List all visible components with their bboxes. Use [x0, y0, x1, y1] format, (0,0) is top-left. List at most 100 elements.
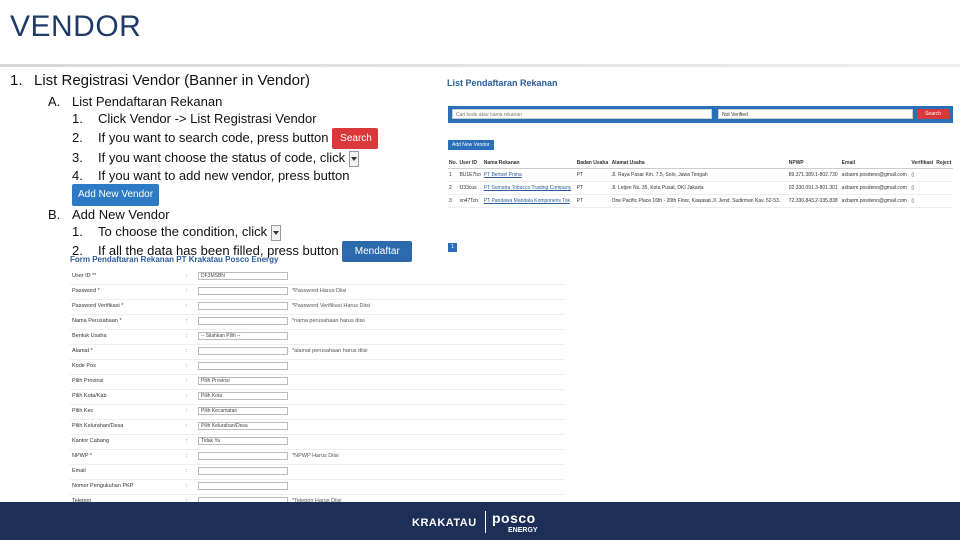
table-row: 2 fJ33cus PT Sumatra Tobacco Trading Com…: [448, 181, 953, 195]
field-hint: *NPWP Harus Diisi: [292, 453, 339, 459]
add-new-vendor-button[interactable]: Add New Vendor: [448, 140, 494, 150]
form-field[interactable]: Pilih Kecamatan: [198, 407, 288, 415]
table-header-row: No. User ID Nama Rekanan Badan Usaha Ala…: [448, 158, 953, 169]
step: 3. If you want choose the status of code,…: [10, 149, 440, 167]
column-header: Nama Rekanan: [482, 158, 576, 169]
colon: :: [186, 318, 188, 324]
table-row: 1 BU1E7bo PT Bertoel Prima PT Jl. Raya P…: [448, 168, 953, 182]
column-header: Verifikasi: [910, 158, 936, 169]
cell-email: axbarm.posdeno@gmail.com: [840, 181, 911, 195]
verify-icon[interactable]: ▯: [910, 181, 936, 195]
step: 4. If you want to add new vendor, press b…: [10, 167, 440, 206]
form-label: Bentuk Usaha: [72, 333, 107, 339]
section-title: List Registrasi Vendor (Banner in Vendor…: [34, 72, 310, 89]
form-field[interactable]: DF3MSBN: [198, 272, 288, 280]
form-field[interactable]: [198, 467, 288, 475]
field-value: Tidak Ya: [201, 438, 221, 444]
form-field[interactable]: [198, 482, 288, 490]
cell-email: axbarm.posdeno@gmail.com: [840, 168, 911, 182]
form-field[interactable]: Pilih Kelurahan/Desa: [198, 422, 288, 430]
form-label: Nomor Pengukuhan PKP: [72, 483, 134, 489]
cell-npwp: 02.330.091.3-801.301: [787, 181, 841, 195]
vendor-name-link[interactable]: PT Sumatra Tobacco Trading Company: [482, 181, 576, 195]
step-text: If you want choose the status of code, c…: [98, 150, 346, 165]
step-number: 3.: [72, 150, 83, 165]
form-row: Kantor Cabang: Tidak Ya: [70, 435, 565, 450]
brand-separator: [485, 511, 486, 533]
form-field[interactable]: [198, 317, 288, 325]
subsection-title: Add New Vendor: [72, 206, 170, 222]
cell-badan-usaha: PT: [575, 181, 611, 195]
form-field[interactable]: [198, 362, 288, 370]
field-hint: *nama perusahaan harus diisi: [292, 318, 365, 324]
colon: :: [186, 483, 188, 489]
field-hint: *alamat perusahaan harus diisi: [292, 348, 368, 354]
status-select[interactable]: Not Verified: [718, 109, 913, 119]
verify-icon[interactable]: ▯: [910, 168, 936, 182]
form-row: Bentuk Usaha: -- Silahkan Pilih --: [70, 330, 565, 345]
subsection-b: B. Add New Vendor: [10, 206, 440, 224]
form-label: NPWP *: [72, 453, 93, 459]
subsection-a: A. List Pendaftaran Rekanan: [10, 93, 440, 111]
form-label: Pilih Kelurahan/Desa: [72, 423, 124, 429]
form-row: Nomor Pengukuhan PKP:: [70, 480, 565, 495]
vendor-name-link[interactable]: PT Bertoel Prima: [482, 168, 576, 182]
step-number: 2.: [72, 129, 83, 145]
form-row: Nama Perusahaan *: *nama perusahaan harus…: [70, 315, 565, 330]
colon: :: [186, 273, 188, 279]
step-text: To choose the condition, click: [98, 224, 268, 240]
section-heading: 1. List Registrasi Vendor (Banner in Vend…: [10, 72, 440, 90]
cell-npwp: 89.371.389.1-802.730: [787, 168, 841, 182]
cell-user-id: BU1E7bo: [458, 168, 483, 182]
colon: :: [186, 408, 188, 414]
dropdown-arrow-icon[interactable]: [348, 150, 359, 167]
colon: :: [186, 333, 188, 339]
field-hint: *Password Verifikasi Harus Diisi: [292, 303, 370, 309]
brand-energy: ENERGY: [508, 527, 538, 534]
form-field[interactable]: Pilih Kota: [198, 392, 288, 400]
column-header: No.: [448, 158, 459, 169]
form-field[interactable]: Pilih Provinsi: [198, 377, 288, 385]
search-button-sample[interactable]: Search: [332, 127, 379, 149]
section-number: 1.: [10, 72, 23, 89]
cell-reject: [935, 194, 953, 208]
form-field[interactable]: [198, 452, 288, 460]
list-screenshot: List Pendaftaran Rekanan Cari kode atau …: [445, 78, 955, 253]
cell-reject: [935, 181, 953, 195]
column-header: Alamat Usaha: [610, 158, 788, 169]
form-row: Password Verifikasi *: *Password Verifika…: [70, 300, 565, 315]
form-label: Nama Perusahaan *: [72, 318, 122, 324]
cell-no: 1: [448, 168, 459, 182]
search-button[interactable]: Search: [917, 109, 949, 119]
page-button[interactable]: 1: [448, 243, 457, 252]
step-text: If you want to add new vendor, press but…: [98, 167, 350, 183]
form-field[interactable]: Tidak Ya: [198, 437, 288, 445]
column-header: Reject: [935, 158, 953, 169]
form-label: Pilih Provinsi: [72, 378, 104, 384]
instructions: 1. List Registrasi Vendor (Banner in Vend…: [10, 72, 440, 263]
step-text: Click Vendor -> List Registrasi Vendor: [98, 111, 317, 126]
dropdown-arrow-icon[interactable]: [270, 224, 281, 241]
table-row: 3 sn47Tch PT Pandawa Mandala Komponens T…: [448, 194, 953, 208]
form-field[interactable]: [198, 302, 288, 310]
verify-icon[interactable]: ▯: [910, 194, 936, 208]
form-label: Kode Pos: [72, 363, 96, 369]
form-label: User ID **: [72, 273, 97, 279]
colon: :: [186, 393, 188, 399]
form-field[interactable]: [198, 347, 288, 355]
form-row: Email:: [70, 465, 565, 480]
cell-no: 2: [448, 181, 459, 195]
step-number: 4.: [72, 167, 83, 183]
brand-posco: posco: [492, 510, 536, 526]
form-field[interactable]: -- Silahkan Pilih --: [198, 332, 288, 340]
footer-bar: KRAKATAU posco ENERGY: [0, 502, 960, 540]
vendor-name-link[interactable]: PT Pandawa Mandala Komponens Tok: [482, 194, 576, 208]
form-row: NPWP *: *NPWP Harus Diisi: [70, 450, 565, 465]
form-row: User ID **: DF3MSBN: [70, 270, 565, 285]
colon: :: [186, 303, 188, 309]
add-new-vendor-button-sample[interactable]: Add New Vendor: [72, 184, 160, 206]
form-label: Kantor Cabang: [72, 438, 109, 444]
form-field[interactable]: [198, 287, 288, 295]
step: 2. If you want to search code, press butt…: [10, 127, 440, 149]
search-input[interactable]: Cari kode atau nama rekanan: [452, 109, 712, 119]
